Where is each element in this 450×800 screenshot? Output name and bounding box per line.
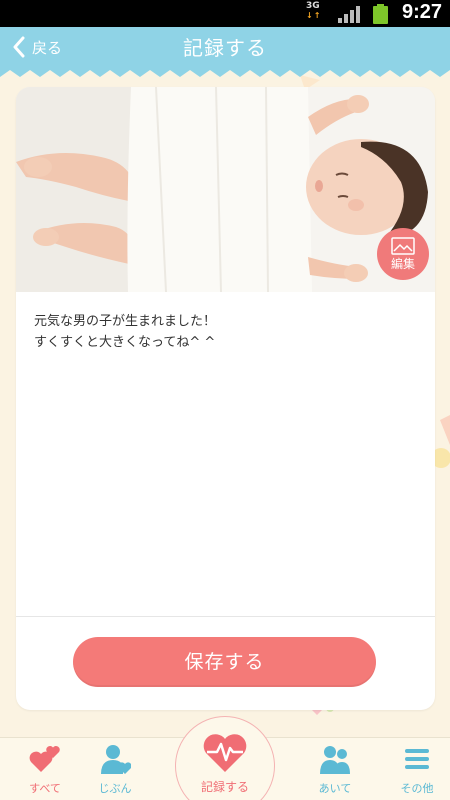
status-bar: 3G ↓↑ 9:27 [0, 0, 450, 27]
nav-label-other: その他 [400, 782, 434, 795]
menu-icon [405, 749, 429, 769]
memo-text[interactable]: 元気な男の子が生まれました！ すくすくと大きくなってね^ ^ [34, 311, 414, 353]
divider [16, 616, 435, 617]
save-button[interactable]: 保存する [73, 637, 376, 687]
nav-item-partner[interactable]: あいて [290, 738, 380, 800]
edit-photo-button[interactable]: 編集 [377, 228, 429, 280]
header-zigzag-edge [0, 67, 450, 77]
edit-label: 編集 [390, 257, 415, 271]
data-arrows-icon: ↓↑ [306, 11, 322, 20]
nav-label-self: じぶん [98, 782, 132, 795]
nav-label-partner: あいて [318, 782, 352, 795]
sleeping-baby-photo [16, 87, 435, 292]
network-type: 3G [306, 1, 320, 11]
network-indicator: 3G ↓↑ [306, 1, 322, 21]
image-icon [391, 237, 415, 255]
nav-item-record[interactable]: 記録する [175, 716, 275, 800]
nav-item-self[interactable]: じぶん [70, 738, 160, 800]
page-title: 記録する [183, 36, 267, 60]
clock: 9:27 [402, 1, 443, 23]
app-header: 戻る 記録する [0, 27, 450, 77]
hearts-icon [29, 746, 60, 772]
nav-label-record: 記録する [200, 780, 249, 794]
person-heart-icon [101, 745, 131, 774]
signal-icon [338, 6, 360, 23]
heartbeat-icon [203, 734, 247, 772]
entry-card: 編集 元気な男の子が生まれました！ すくすくと大きくなってね^ ^ 保存する [16, 87, 435, 710]
nav-item-other[interactable]: その他 [372, 738, 450, 800]
battery-icon [373, 4, 388, 24]
two-people-icon [320, 746, 350, 774]
